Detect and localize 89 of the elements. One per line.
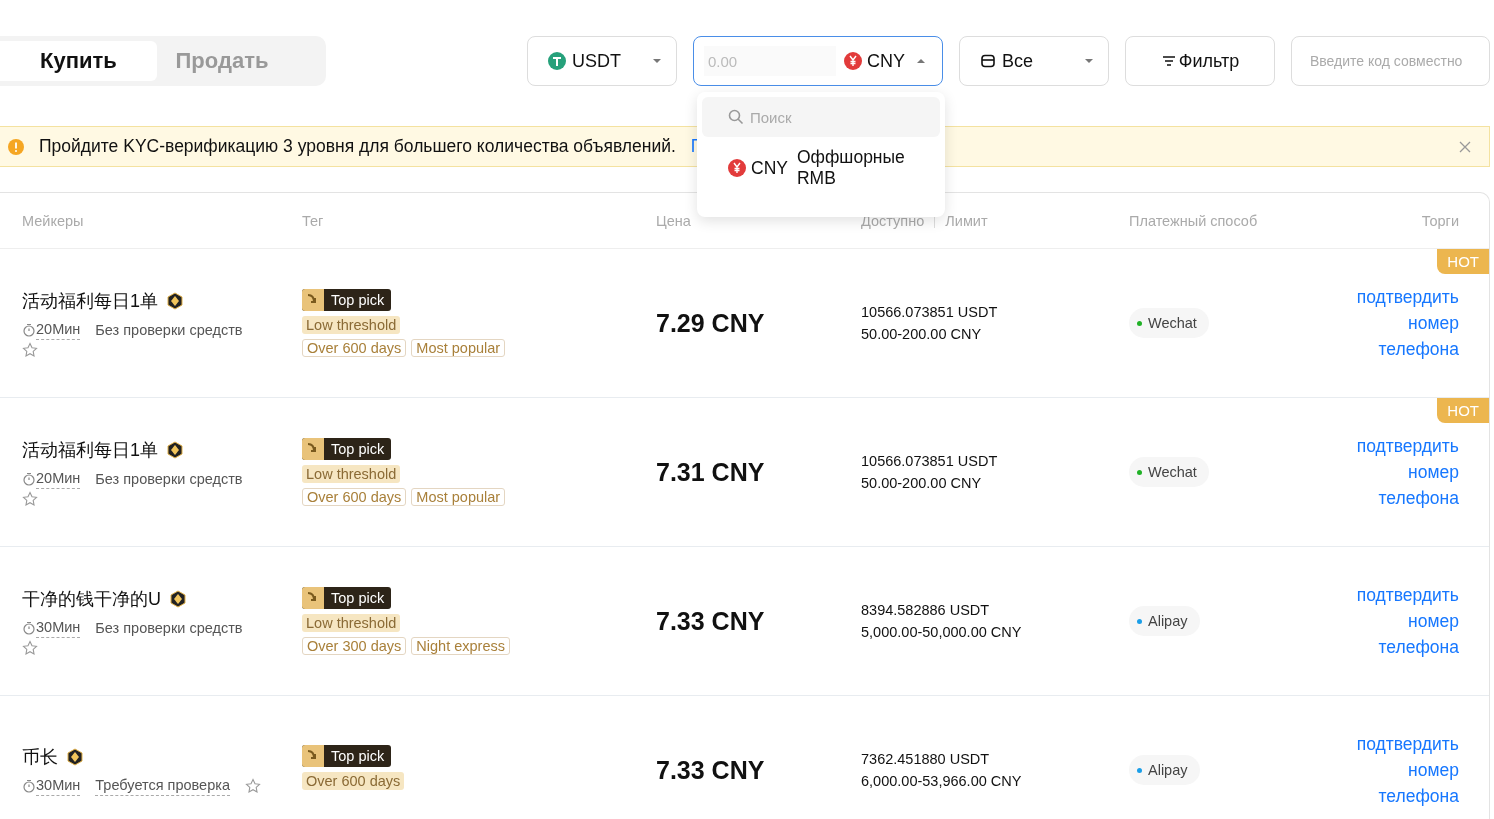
- payment-select[interactable]: Все: [959, 36, 1109, 86]
- column-header: Лимит: [945, 212, 988, 229]
- tag: Night express: [411, 637, 510, 655]
- column-header: Платежный способ: [1129, 212, 1259, 229]
- verify-phone-link[interactable]: подтвердить номер телефона: [1329, 731, 1459, 809]
- release-time: 30Мин: [36, 776, 81, 796]
- maker-name[interactable]: 活动福利每日1单: [22, 288, 158, 313]
- available-amount: 10566.073851 USDT: [861, 453, 999, 469]
- limit-range: 50.00-200.00 CNY: [861, 475, 983, 491]
- price: 7.31 CNY: [656, 457, 766, 487]
- warning-icon: [8, 138, 24, 155]
- hot-badge: HOT: [1437, 249, 1489, 274]
- close-icon[interactable]: [1459, 140, 1471, 153]
- tag: Over 600 days: [302, 488, 407, 506]
- tag: Low threshold: [302, 316, 401, 334]
- release-time: 20Мин: [36, 320, 81, 340]
- star-icon[interactable]: [22, 639, 38, 656]
- available-amount: 10566.073851 USDT: [861, 304, 999, 320]
- top-pick-tag: Top pick: [302, 438, 392, 460]
- payment-method-chip: Alipay: [1129, 755, 1200, 785]
- limit-range: 50.00-200.00 CNY: [861, 326, 983, 342]
- price: 7.33 CNY: [656, 755, 766, 785]
- trade-tab[interactable]: Купить: [0, 41, 157, 81]
- hot-badge: HOT: [1437, 398, 1489, 423]
- verify-phone-link[interactable]: подтвердить номер телефона: [1329, 433, 1459, 511]
- caret-icon: [916, 58, 926, 64]
- payment-method-chip: Wechat: [1129, 308, 1209, 338]
- filter-button[interactable]: Фильтр: [1125, 36, 1275, 86]
- column-header: Цена: [656, 212, 692, 229]
- verification-label: Без проверки средств: [95, 471, 243, 487]
- column-header: Мейкеры: [22, 212, 85, 229]
- coin-select[interactable]: USDT: [527, 36, 677, 86]
- verify-phone-link[interactable]: подтвердить номер телефона: [1329, 582, 1459, 660]
- tag: Low threshold: [302, 465, 401, 483]
- tag: Most popular: [411, 488, 506, 506]
- release-time: 30Мин: [36, 618, 81, 638]
- tether-coin-icon: [548, 52, 566, 70]
- maker-name[interactable]: 活动福利每日1单: [22, 437, 158, 462]
- column-header: Торги: [1421, 212, 1459, 229]
- top-pick-tag: Top pick: [302, 289, 392, 311]
- verify-phone-link[interactable]: подтвердить номер телефона: [1329, 284, 1459, 362]
- search-icon: [728, 109, 744, 125]
- timer-icon: [22, 323, 36, 337]
- maker-name[interactable]: 干净的钱干净的U: [22, 586, 161, 611]
- caret-icon: [1084, 58, 1094, 64]
- price: 7.33 CNY: [656, 606, 766, 636]
- verification-label: Требуется проверка: [95, 776, 230, 796]
- currency-name: Оффшорные RMB: [796, 147, 906, 189]
- timer-icon: [22, 472, 36, 486]
- timer-icon: [22, 779, 36, 793]
- amount-field[interactable]: 0.00: [704, 46, 836, 76]
- medal-icon: [166, 291, 184, 310]
- filter-icon: [1160, 53, 1177, 69]
- price: 7.29 CNY: [656, 308, 766, 338]
- yuan-coin-icon: [844, 52, 862, 70]
- search-field[interactable]: Поиск: [748, 107, 872, 127]
- star-icon[interactable]: [22, 341, 38, 358]
- tag: Most popular: [411, 339, 506, 357]
- top-pick-tag: Top pick: [302, 745, 392, 767]
- top-pick-tag: Top pick: [302, 587, 392, 609]
- maker-name[interactable]: 币长: [22, 744, 58, 769]
- tag: Over 300 days: [302, 637, 407, 655]
- star-icon[interactable]: [245, 778, 261, 794]
- currency-code: CNY: [751, 157, 788, 179]
- medal-icon: [169, 589, 187, 608]
- tag: Low threshold: [302, 614, 401, 632]
- verification-label: Без проверки средств: [95, 322, 243, 338]
- tag: Over 600 days: [302, 772, 405, 790]
- column-header: Доступно: [861, 212, 925, 229]
- banner-text: Пройдите KYC-верификацию 3 уровня для большего количества объявлений.: [39, 136, 676, 157]
- limit-range: 5,000.00-50,000.00 CNY: [861, 624, 1023, 640]
- column-header: Тег: [302, 212, 325, 229]
- limit-range: 6,000.00-53,966.00 CNY: [861, 773, 1023, 789]
- wallet-icon: [980, 53, 996, 69]
- tag: Over 600 days: [302, 339, 407, 357]
- timer-icon: [22, 621, 36, 635]
- verification-label: Без проверки средств: [95, 620, 243, 636]
- release-time: 20Мин: [36, 469, 81, 489]
- yuan-coin-icon: [728, 159, 746, 177]
- available-amount: 7362.451880 USDT: [861, 751, 991, 767]
- star-icon[interactable]: [22, 490, 38, 507]
- medal-icon: [166, 440, 184, 459]
- payment-method-chip: Alipay: [1129, 606, 1200, 636]
- caret-icon: [652, 58, 662, 64]
- payment-method-chip: Wechat: [1129, 457, 1209, 487]
- available-amount: 8394.582886 USDT: [861, 602, 991, 618]
- code-field[interactable]: Введите код совместно: [1291, 36, 1490, 86]
- fiat-code: CNY: [867, 50, 905, 72]
- medal-icon: [66, 747, 84, 766]
